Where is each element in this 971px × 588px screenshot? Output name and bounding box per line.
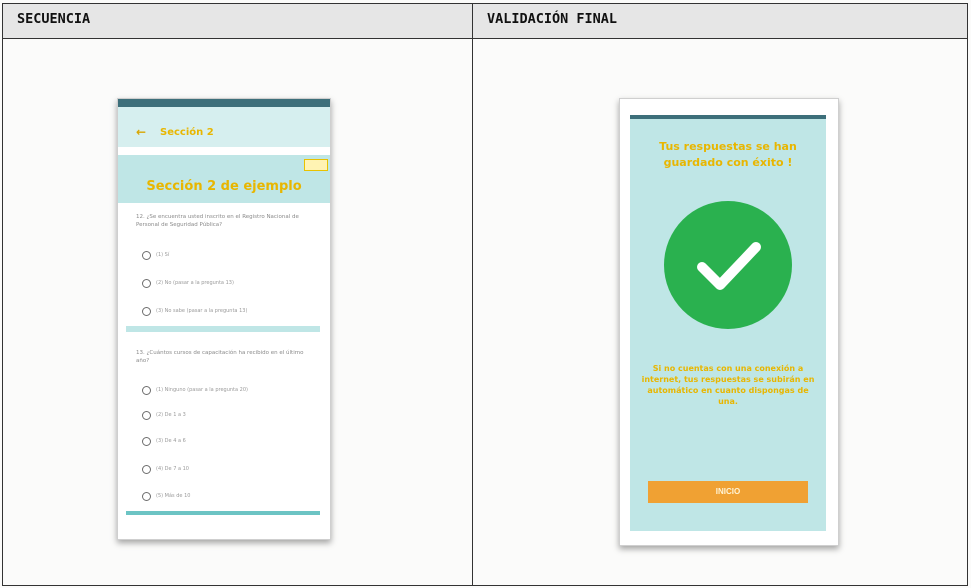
bottom-bar — [126, 511, 320, 515]
option-radio[interactable]: (3) No sabe (pasar a la pregunta 13) — [142, 307, 322, 317]
option-label: (2) De 1 a 3 — [156, 412, 186, 418]
radio-icon[interactable] — [142, 279, 151, 288]
option-radio[interactable]: (5) Más de 10 — [142, 492, 322, 502]
option-label: (3) De 4 a 6 — [156, 438, 186, 444]
question-2-text: 13. ¿Cuántos cursos de capacitación ha r… — [136, 350, 304, 364]
option-radio[interactable]: (2) De 1 a 3 — [142, 411, 322, 421]
status-bar — [630, 115, 826, 119]
header-secuencia: SECUENCIA — [17, 11, 91, 27]
option-radio[interactable]: (4) De 7 a 10 — [142, 465, 322, 475]
mini-badge — [304, 159, 328, 171]
option-label: (1) Sí — [156, 252, 170, 258]
radio-icon[interactable] — [142, 307, 151, 316]
inicio-button[interactable]: INICIO — [648, 481, 808, 503]
option-radio[interactable]: (1) Ninguno (pasar a la pregunta 20) — [142, 386, 322, 396]
column-divider — [472, 4, 473, 585]
radio-icon[interactable] — [142, 251, 151, 260]
success-title: Tus respuestas se han guardado con éxito… — [659, 140, 797, 169]
section-title: Sección 2 de ejemplo — [146, 179, 302, 194]
arrow-left-icon[interactable]: ← — [136, 125, 146, 139]
option-label: (3) No sabe (pasar a la pregunta 13) — [156, 308, 248, 314]
option-label: (2) No (pasar a la pregunta 13) — [156, 280, 234, 286]
table-header-row: SECUENCIA VALIDACIÓN FINAL — [3, 4, 967, 39]
offline-message: Si no cuentas con una conexión a interne… — [641, 364, 815, 406]
check-circle-icon — [664, 201, 792, 329]
radio-icon[interactable] — [142, 465, 151, 474]
app-bar: ← Sección 2 — [118, 107, 330, 147]
option-radio[interactable]: (3) De 4 a 6 — [142, 437, 322, 447]
option-label: (1) Ninguno (pasar a la pregunta 20) — [156, 387, 248, 393]
appbar-title: Sección 2 — [160, 127, 214, 138]
option-label: (4) De 7 a 10 — [156, 466, 189, 472]
status-bar — [118, 99, 330, 107]
radio-icon[interactable] — [142, 492, 151, 501]
header-validacion-final: VALIDACIÓN FINAL — [487, 11, 618, 27]
checkmark-icon — [697, 242, 761, 290]
option-radio[interactable]: (1) Sí — [142, 251, 322, 261]
option-label: (5) Más de 10 — [156, 493, 191, 499]
phone-screenshot-validacion: Tus respuestas se han guardado con éxito… — [619, 98, 839, 546]
question-1-text: 12. ¿Se encuentra usted inscrito en el R… — [136, 214, 299, 228]
radio-icon[interactable] — [142, 437, 151, 446]
phone-screenshot-secuencia: ← Sección 2 Sección 2 de ejemplo 12. ¿Se… — [117, 98, 331, 540]
question-divider — [126, 326, 320, 332]
radio-icon[interactable] — [142, 386, 151, 395]
option-radio[interactable]: (2) No (pasar a la pregunta 13) — [142, 279, 322, 289]
radio-icon[interactable] — [142, 411, 151, 420]
success-screen: Tus respuestas se han guardado con éxito… — [630, 115, 826, 531]
